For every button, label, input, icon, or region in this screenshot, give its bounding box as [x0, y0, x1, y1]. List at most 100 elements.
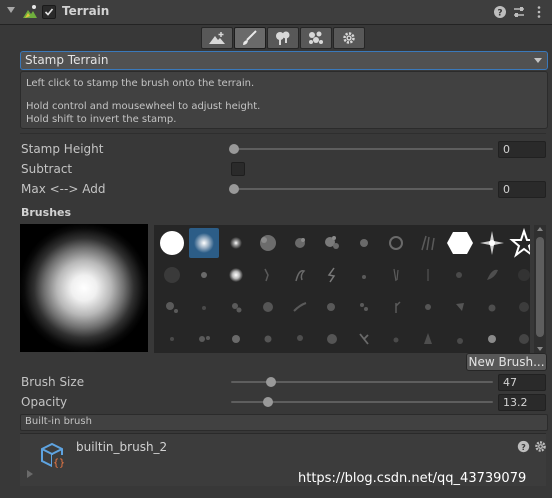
gear-icon[interactable]: [534, 440, 547, 453]
stamp-height-slider-track[interactable]: [231, 148, 493, 150]
max-add-slider-track[interactable]: [231, 188, 493, 190]
brush-item[interactable]: [157, 292, 187, 322]
brush-item[interactable]: [317, 260, 347, 290]
brush-item-selected[interactable]: [189, 228, 219, 258]
brush-burst-icon: [480, 231, 504, 255]
brush-item[interactable]: [381, 292, 411, 322]
max-add-field[interactable]: 0: [498, 181, 546, 198]
brush-blur-icon: [519, 334, 529, 344]
brush-fibers-icon: [393, 268, 399, 282]
tool-paint-trees[interactable]: [267, 27, 299, 49]
brush-item[interactable]: [317, 292, 347, 322]
brush-dimple-icon: [457, 338, 463, 344]
brush-grid-scrollbar[interactable]: [534, 225, 546, 353]
brush-hexagon-icon: [447, 232, 473, 254]
divider: [20, 133, 546, 134]
brush-size-field[interactable]: 47: [498, 374, 546, 391]
help-line: Hold shift to invert the stamp.: [26, 114, 177, 125]
brush-item[interactable]: [477, 292, 507, 322]
tool-paint-details[interactable]: [300, 27, 332, 49]
tool-raise-terrain[interactable]: [201, 27, 233, 49]
brush-item[interactable]: [445, 292, 475, 322]
chevron-down-icon: [534, 58, 542, 63]
brush-item[interactable]: [157, 260, 187, 290]
opacity-slider-handle[interactable]: [263, 397, 273, 407]
brush-item[interactable]: [221, 324, 251, 353]
brush-item[interactable]: [349, 260, 379, 290]
stamp-height-value: 0: [503, 143, 510, 156]
foldout-arrow-icon[interactable]: [7, 7, 15, 13]
brush-item[interactable]: [381, 228, 411, 258]
brush-spray-icon: [199, 336, 210, 342]
brush-cloud-icon: [260, 235, 276, 251]
help-line: Hold control and mousewheel to adjust he…: [26, 101, 261, 112]
brush-item[interactable]: [285, 228, 315, 258]
foldout-arrow-icon[interactable]: [27, 470, 33, 478]
brushes-heading: Brushes: [21, 206, 72, 219]
brush-item[interactable]: [445, 228, 475, 258]
brush-item[interactable]: [253, 324, 283, 353]
brush-item[interactable]: [349, 324, 379, 353]
brush-line-icon: [427, 269, 429, 281]
brush-item[interactable]: [253, 260, 283, 290]
scroll-down-icon[interactable]: [537, 347, 543, 351]
brush-item[interactable]: [221, 260, 251, 290]
brush-item[interactable]: [509, 227, 530, 258]
brush-item[interactable]: [477, 260, 507, 290]
brush-item[interactable]: [317, 228, 347, 258]
new-brush-button[interactable]: New Brush...: [466, 353, 547, 371]
brush-shard-icon: [456, 303, 464, 311]
brush-item[interactable]: [221, 228, 251, 258]
brush-item[interactable]: [285, 260, 315, 290]
brush-item[interactable]: [509, 324, 530, 353]
enabled-checkbox[interactable]: [42, 5, 56, 19]
brush-size-slider-handle[interactable]: [266, 377, 276, 387]
brush-item[interactable]: [285, 324, 315, 353]
brush-item[interactable]: [317, 324, 347, 353]
brush-item[interactable]: [413, 292, 443, 322]
brush-item[interactable]: [413, 228, 443, 258]
dropdown-value: Stamp Terrain: [25, 53, 109, 67]
tool-paint-brush[interactable]: [234, 27, 266, 49]
max-add-slider-handle[interactable]: [229, 184, 239, 194]
brush-item[interactable]: [189, 292, 219, 322]
brush-item[interactable]: [381, 324, 411, 353]
stamp-height-slider-handle[interactable]: [229, 144, 239, 154]
brush-item[interactable]: [157, 228, 187, 258]
brush-item[interactable]: [477, 228, 507, 258]
stamp-height-field[interactable]: 0: [498, 141, 546, 158]
scroll-up-icon[interactable]: [537, 227, 543, 231]
help-icon[interactable]: ?: [517, 440, 530, 453]
brush-item[interactable]: [509, 260, 530, 290]
brush-smudge-icon: [327, 334, 337, 344]
brush-item[interactable]: [189, 324, 219, 353]
more-icon[interactable]: [531, 4, 547, 20]
brush-item[interactable]: [349, 228, 379, 258]
brush-item[interactable]: [509, 292, 530, 322]
brush-item[interactable]: [445, 324, 475, 353]
help-icon[interactable]: ?: [492, 4, 508, 20]
brush-blot-icon: [264, 335, 272, 343]
brush-item[interactable]: [221, 292, 251, 322]
terrain-toolbar: [201, 27, 366, 49]
scrollbar-thumb[interactable]: [536, 237, 544, 337]
brush-hard-circle-icon: [160, 231, 184, 255]
brush-item[interactable]: [253, 292, 283, 322]
brush-item[interactable]: [285, 292, 315, 322]
opacity-field[interactable]: 13.2: [498, 394, 546, 411]
brush-item[interactable]: [381, 260, 411, 290]
terrain-mode-dropdown[interactable]: Stamp Terrain: [20, 51, 548, 70]
tool-settings[interactable]: [333, 27, 365, 49]
brush-item[interactable]: [413, 260, 443, 290]
brush-chip-icon: [425, 304, 431, 310]
brush-item[interactable]: [253, 228, 283, 258]
brush-item[interactable]: [445, 260, 475, 290]
brush-item[interactable]: [413, 324, 443, 353]
brush-item[interactable]: [349, 292, 379, 322]
brush-item[interactable]: [189, 260, 219, 290]
svg-text:?: ?: [497, 9, 502, 19]
subtract-checkbox[interactable]: [231, 162, 245, 176]
brush-item[interactable]: [157, 324, 187, 353]
preset-icon[interactable]: [511, 4, 527, 20]
brush-item[interactable]: [477, 324, 507, 353]
